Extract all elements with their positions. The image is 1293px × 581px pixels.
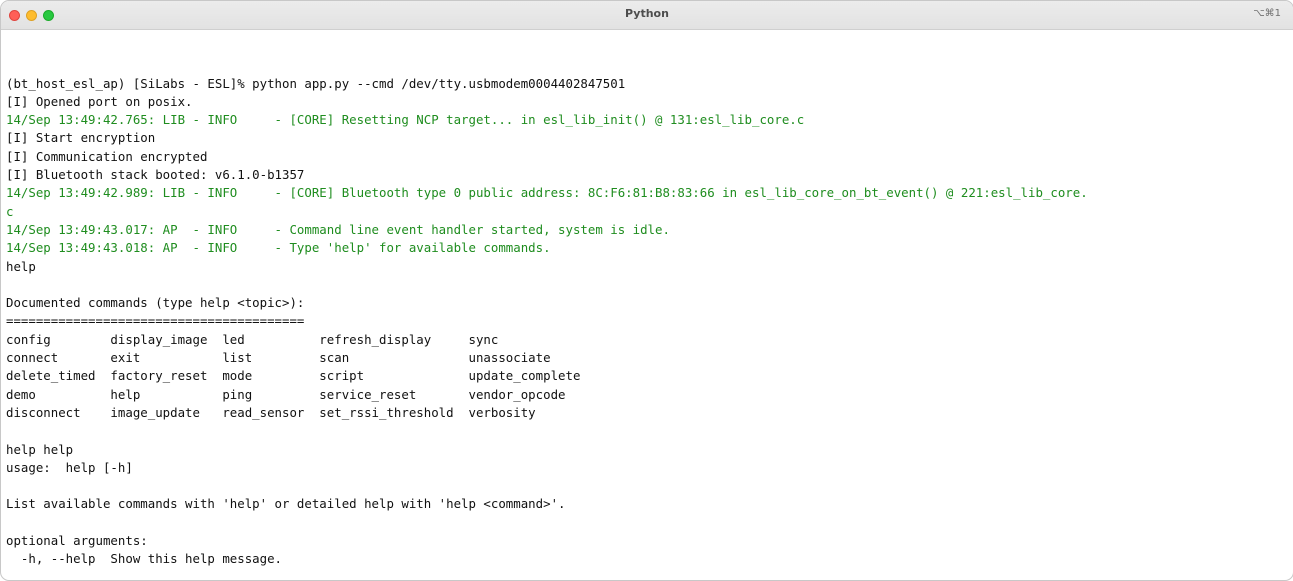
- terminal-line: connect exit list scan unassociate: [6, 350, 551, 366]
- terminal-line: 14/Sep 13:49:42.765: LIB - INFO - [CORE]…: [6, 112, 805, 128]
- terminal-line: config display_image led refresh_display…: [6, 331, 499, 347]
- terminal-line: 14/Sep 13:49:43.018: AP - INFO - Type 'h…: [6, 240, 551, 256]
- terminal-line: c: [6, 203, 14, 219]
- terminal-line: [I] Bluetooth stack booted: v6.1.0-b1357: [6, 167, 305, 183]
- terminal-line: Documented commands (type help <topic>):: [6, 295, 305, 311]
- terminal-line: 14/Sep 13:49:43.017: AP - INFO - Command…: [6, 221, 670, 237]
- terminal-line: [I] Opened port on posix.: [6, 93, 193, 109]
- terminal-line: disconnect image_update read_sensor set_…: [6, 404, 536, 420]
- window-shortcut-label: ⌥⌘1: [1253, 8, 1281, 19]
- terminal-line: [I] Communication encrypted: [6, 148, 208, 164]
- terminal-line: optional arguments:: [6, 533, 148, 549]
- terminal-line: ========================================: [6, 313, 305, 329]
- terminal-line: help: [6, 258, 36, 274]
- terminal-output[interactable]: (bt_host_esl_ap) [SiLabs - ESL]% python …: [6, 38, 1285, 580]
- terminal-line: 14/Sep 13:49:42.989: LIB - INFO - [CORE]…: [6, 185, 1088, 201]
- terminal-line: [I] Start encryption: [6, 130, 156, 146]
- terminal-line: delete_timed factory_reset mode script u…: [6, 368, 581, 384]
- terminal-line: (bt_host_esl_ap) [SiLabs - ESL]% python …: [6, 75, 626, 91]
- terminal-window: Python ⌥⌘1 (bt_host_esl_ap) [SiLabs - ES…: [0, 0, 1293, 581]
- title-bar[interactable]: Python ⌥⌘1: [1, 1, 1293, 30]
- terminal-line: usage: help [-h]: [6, 459, 133, 475]
- terminal-line: help help: [6, 441, 74, 457]
- terminal-line: List available commands with 'help' or d…: [6, 496, 566, 512]
- terminal-line: demo help ping service_reset vendor_opco…: [6, 386, 566, 402]
- window-title: Python: [625, 7, 669, 20]
- terminal-line: -h, --help Show this help message.: [6, 551, 283, 567]
